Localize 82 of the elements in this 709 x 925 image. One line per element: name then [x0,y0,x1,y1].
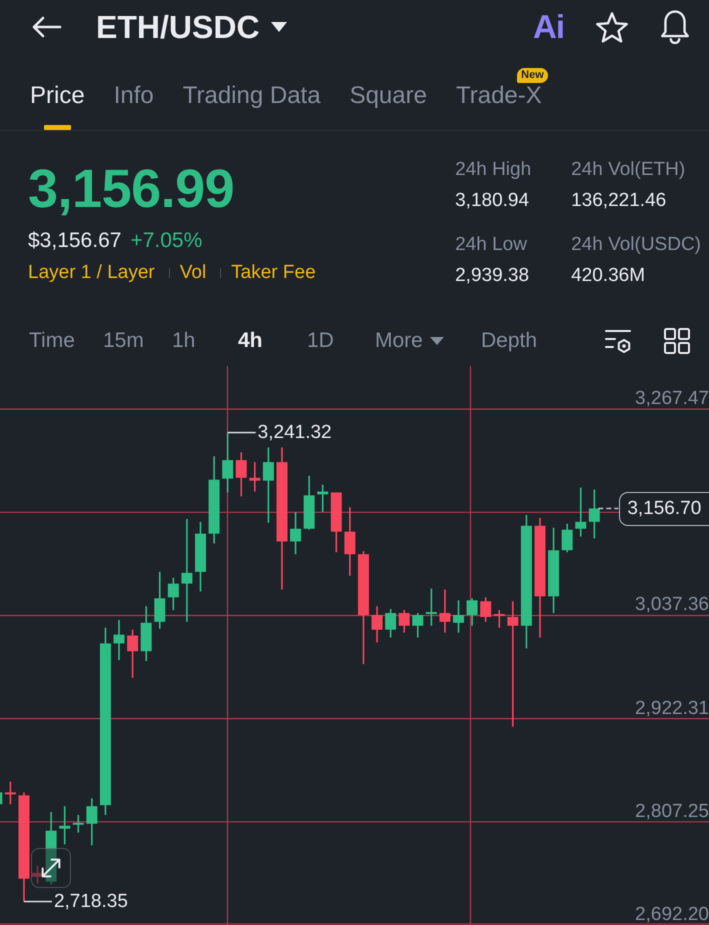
interval-tab[interactable]: 4h [238,328,263,354]
candlestick [480,597,492,622]
candlestick [154,572,166,629]
price-axis-label: 3,267.47 [635,389,709,410]
tab[interactable]: Info [114,84,154,130]
candlestick [317,484,328,512]
price-axis-label: 2,692.20 [635,905,709,925]
candlestick [494,610,505,628]
candlestick [140,606,152,662]
candlestick [304,476,315,530]
settings-icon[interactable] [605,328,631,354]
expand-button[interactable] [31,848,71,888]
stat-value: 420.36M [571,264,646,288]
low-price-label: 2,718.35 [54,890,128,913]
tag-link[interactable]: Vol [180,262,206,284]
current-price-label: 3,156.70 [619,492,709,526]
interval-tab[interactable]: 1h [172,328,196,354]
grid-icon[interactable] [664,328,690,354]
star-icon[interactable] [596,12,628,42]
bell-icon[interactable] [660,10,690,44]
candlestick [562,524,573,552]
tag-link[interactable]: Taker Fee [231,262,316,284]
stat-label: 24h High [455,158,532,182]
candlestick [398,610,410,633]
candlestick [0,792,2,804]
price-change: +7.05% [130,229,202,253]
new-badge: New [517,68,548,83]
interval-tab[interactable]: 1D [307,328,334,354]
expand-icon [41,858,61,878]
stat-value: 2,939.38 [455,264,530,288]
ai-button[interactable]: Ai [533,10,564,44]
candlestick [290,512,302,554]
stat-label: 24h Low [455,233,528,257]
stat-value: 136,221.46 [571,189,668,213]
price-axis-label: 2,807.25 [635,802,709,822]
tab[interactable]: Trade-X [456,84,542,130]
candlestick [344,507,356,576]
leader-line [228,432,256,434]
candlestick [127,630,138,678]
candlestick [236,452,247,496]
candlestick [168,578,179,610]
candlestick [222,432,234,492]
high-price-label: 3,241.32 [258,422,332,444]
candlestick [249,462,260,492]
tab[interactable]: Square [350,84,427,130]
interval-tab[interactable]: Time [29,328,75,354]
candlestick [385,609,396,638]
usd-price: $3,156.67 [28,229,122,253]
last-price: 3,156.99 [28,161,236,217]
candlestick [330,492,342,552]
candlestick [588,490,600,538]
price-leader-line [598,508,618,510]
candlestick [195,522,206,592]
interval-tab[interactable]: Depth [481,328,538,354]
tag-link[interactable]: Layer 1 / Layer [28,262,155,284]
stat-value: 3,180.94 [455,189,530,213]
stat-label: 24h Vol(USDC) [571,233,701,257]
interval-tab[interactable]: 15m [103,328,144,354]
pair-selector[interactable]: ETH/USDC [96,8,287,46]
candlestick [72,814,84,833]
candlestick [372,606,383,642]
tab[interactable]: Trading Data [182,84,321,130]
caret-icon [430,337,444,345]
candlestick [114,620,125,660]
candlestick [32,866,44,884]
candlestick [466,598,478,626]
candlestick [439,590,450,633]
candlestick [59,806,70,844]
back-arrow-icon[interactable] [32,16,62,38]
candlestick [575,488,586,537]
stat-label: 24h Vol(ETH) [571,158,686,182]
candlestick [453,600,464,633]
candlestick [412,613,424,638]
price-axis-label: 3,037.36 [635,595,709,616]
candlestick [86,798,98,846]
caret-icon [270,22,287,32]
tab[interactable]: Price [30,84,85,130]
price-axis-label: 2,922.31 [635,698,709,719]
candlestick [426,588,437,626]
interval-tab[interactable]: More [375,328,444,354]
leader-line [24,900,52,902]
candlestick [4,782,16,804]
